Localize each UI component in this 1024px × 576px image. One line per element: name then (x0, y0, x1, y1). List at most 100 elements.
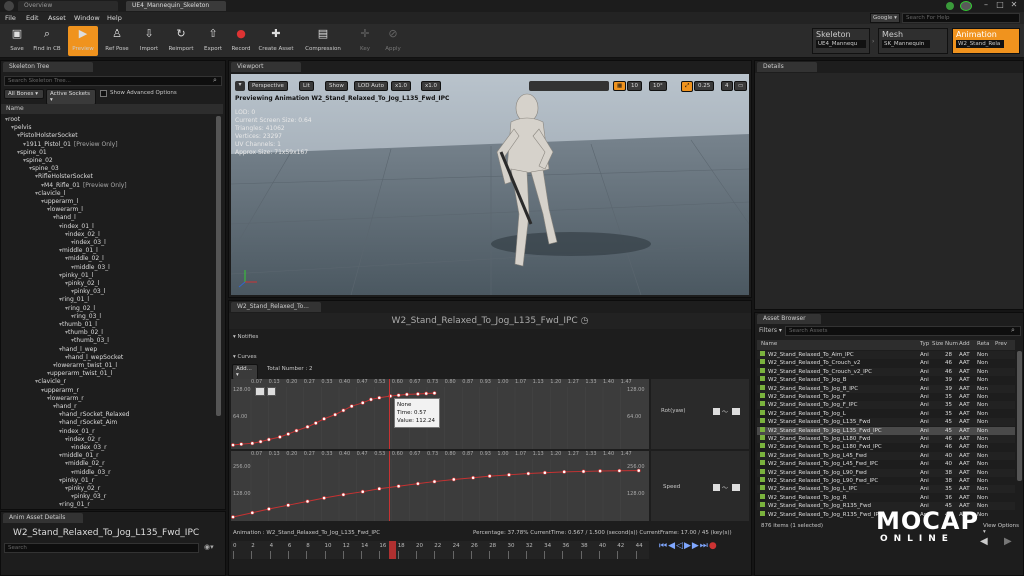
menu-asset[interactable]: Asset (48, 14, 66, 22)
tree-row[interactable]: ▾pelvis (11, 124, 32, 132)
mode-mesh[interactable]: Mesh SK_Mannequin (878, 28, 948, 54)
tree-row[interactable]: ▾pinky_03_r (71, 493, 106, 501)
curve-track-rot[interactable] (231, 379, 649, 449)
lit-button[interactable]: Lit (299, 81, 314, 91)
tree-row[interactable]: ▾clavicle_l (35, 190, 65, 198)
asset-row[interactable]: W2_Stand_Relaxed_To_Jog_R Ani 36 AAT Non (757, 493, 1015, 502)
tree-row[interactable]: ▾middle_02_l (65, 255, 104, 263)
tree-row[interactable]: ▾lowerarm_r (47, 395, 84, 403)
tree-row[interactable]: ▾hand_r (53, 403, 77, 411)
tree-row[interactable]: ▾thumb_01_l (59, 321, 97, 329)
toolbar-reimport-button[interactable]: ↻ Reimport (166, 26, 196, 56)
filters-dropdown[interactable]: Filters ▾ (759, 327, 782, 334)
asset-row[interactable]: W2_Stand_Relaxed_To_Jog_L Ani 35 AAT Non (757, 409, 1015, 418)
to-start-icon[interactable]: ⏮ (659, 541, 668, 551)
show-button[interactable]: Show (325, 81, 348, 91)
to-end-icon[interactable]: ⏭ (700, 541, 709, 551)
curve-key-point[interactable] (451, 477, 456, 482)
playback-speed-button[interactable]: x1.0 (391, 81, 412, 91)
tree-row[interactable]: ▾root (5, 116, 20, 124)
curve-key-point[interactable] (432, 479, 437, 484)
close-icon[interactable]: ✕ (1008, 0, 1020, 12)
tree-row[interactable]: ▾index_01_l (59, 223, 94, 231)
toolbar-import-button[interactable]: ⇩ Import (134, 26, 164, 56)
tree-row[interactable]: ▾upperarm_r (41, 387, 79, 395)
tree-row[interactable]: ▾pinky_02_l (65, 280, 99, 288)
tree-row[interactable]: ▾middle_02_r (65, 460, 105, 468)
curve-key-point[interactable] (581, 469, 586, 474)
tree-row[interactable]: ▾spine_01 (17, 149, 47, 157)
curve-key-point[interactable] (562, 469, 567, 474)
active-sockets-dropdown[interactable]: Active Sockets ▾ (46, 89, 96, 105)
perspective-button[interactable]: Perspective (248, 81, 288, 91)
toolbar-save-button[interactable]: ▣ Save (2, 26, 32, 56)
curve-key-point[interactable] (322, 416, 326, 421)
curve1-options-icon[interactable]: 〜 (722, 407, 728, 416)
all-bones-dropdown[interactable]: All Bones ▾ (4, 89, 44, 99)
tree-row[interactable]: ▾hand_l_wepSocket (65, 354, 123, 362)
menu-edit[interactable]: Edit (26, 14, 39, 22)
curve-key-point[interactable] (487, 474, 492, 478)
column-header[interactable]: Prev (995, 341, 1007, 347)
tree-row[interactable]: ▾index_02_l (65, 231, 100, 239)
curve-key-point[interactable] (526, 471, 531, 476)
curve1-dropdown-icon[interactable] (732, 408, 740, 415)
curve-key-point[interactable] (432, 391, 437, 396)
curve-key-point[interactable] (396, 484, 401, 489)
camera-speed-value[interactable]: 4 (721, 81, 733, 91)
playhead[interactable] (388, 541, 396, 559)
tree-row[interactable]: ▾hand_rSocket_Relaxed (59, 411, 129, 419)
details-search-input[interactable]: Search (4, 543, 199, 553)
toolbar-key-button[interactable]: ✛ Key (350, 26, 380, 56)
grid-snap-toggle[interactable]: ▦ (613, 81, 627, 91)
menu-window[interactable]: Window (74, 14, 100, 22)
curve-key-point[interactable] (250, 441, 255, 446)
tab-sequence[interactable]: W2_Stand_Relaxed_To... (231, 302, 321, 312)
curve2-options-icon[interactable]: 〜 (722, 483, 728, 492)
tree-row[interactable]: ▾hand_l_wep (59, 346, 97, 354)
skeleton-search-input[interactable]: Search Skeleton Tree... (4, 76, 222, 86)
curve-key-point[interactable] (313, 421, 318, 425)
curve-key-point[interactable] (231, 515, 235, 519)
tab-anim-asset-details[interactable]: Anim Asset Details (3, 513, 83, 523)
fit-vertical-icon[interactable] (267, 387, 276, 396)
show-advanced-checkbox[interactable] (100, 90, 107, 97)
asset-row[interactable]: W2_Stand_Relaxed_To_Jog_L180_Fwd Ani 46 AAT… (757, 435, 1015, 443)
record-icon[interactable]: ● (709, 541, 718, 551)
curve-key-point[interactable] (294, 428, 299, 433)
curve-key-point[interactable] (278, 435, 282, 439)
tab-asset-browser[interactable]: Asset Browser (757, 314, 821, 324)
curve-key-point[interactable] (266, 437, 271, 442)
playback-speed2-button[interactable]: x1.0 (421, 81, 442, 91)
tree-row[interactable]: ▾ring_02_l (65, 305, 95, 313)
curve-key-point[interactable] (396, 393, 401, 398)
maximize-viewport-icon[interactable]: ▭ (734, 81, 748, 91)
transform-tools[interactable] (529, 81, 609, 91)
asset-row[interactable]: W2_Stand_Relaxed_To_Jog_L180_Fwd_IPC Ani 4… (757, 443, 1015, 451)
mode-animation[interactable]: Animation W2_Stand_Rela (952, 28, 1020, 54)
curve-key-point[interactable] (286, 432, 291, 436)
tree-row[interactable]: ▾spine_03 (29, 165, 59, 173)
curve-key-point[interactable] (258, 439, 263, 444)
step-forward-icon[interactable]: ▶ (692, 541, 700, 551)
curve-key-point[interactable] (239, 442, 244, 447)
asset-row[interactable]: W2_Stand_Relaxed_To_Jog_L90_Fwd_IPC Ani 38… (757, 477, 1015, 485)
curve-key-point[interactable] (369, 397, 373, 402)
tree-row[interactable]: ▾hand_rSocket_Aim (59, 419, 117, 427)
tree-row[interactable]: ▾spine_02 (23, 157, 53, 165)
curve2-dropdown-icon[interactable] (732, 484, 740, 491)
column-header[interactable]: Add (959, 341, 970, 347)
asset-scrollbar[interactable] (1017, 351, 1022, 481)
asset-row[interactable]: W2_Stand_Relaxed_To_Aim_IPC Ani 28 AAT Non (757, 351, 1015, 359)
viewport-menu-icon[interactable]: ▾ (235, 81, 245, 91)
tab-details[interactable]: Details (757, 62, 817, 72)
tree-row[interactable]: ▾index_01_r (59, 428, 95, 436)
tree-row[interactable]: ▾middle_03_r (71, 469, 111, 477)
tab-viewport[interactable]: Viewport (231, 62, 301, 72)
tree-row[interactable]: ▾index_03_l (71, 239, 106, 247)
asset-search-input[interactable]: Search Assets (785, 326, 1021, 336)
tree-row[interactable]: ▾hand_l (53, 214, 76, 222)
rotation-snap-value[interactable]: 10° (649, 81, 667, 91)
curve-key-point[interactable] (542, 470, 547, 475)
tree-row[interactable]: ▾lowerarm_l (47, 206, 83, 214)
